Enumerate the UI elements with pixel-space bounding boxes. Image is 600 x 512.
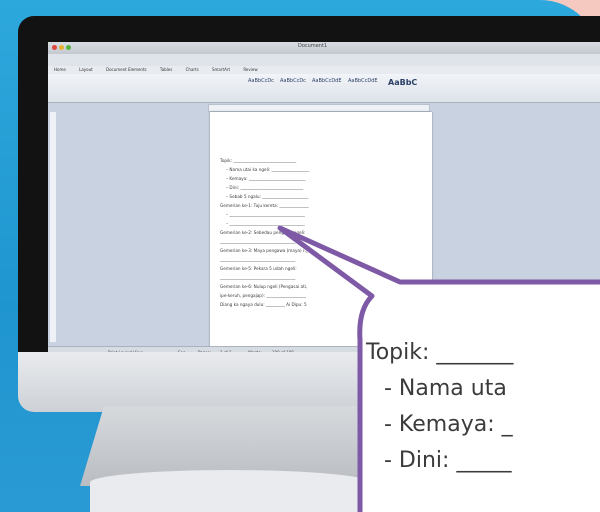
bubble-line-3: - Dini: _____ (384, 448, 512, 473)
bubble-topik: Topik: _______ (366, 340, 514, 365)
bubble-line-1: - Nama uta (384, 376, 507, 401)
bubble-line-2: - Kemaya: _ (384, 412, 513, 437)
